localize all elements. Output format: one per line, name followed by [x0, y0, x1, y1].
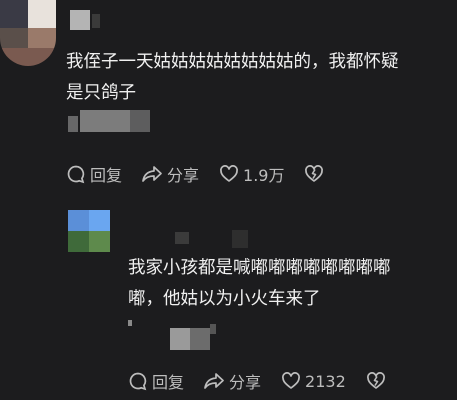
avatar-tile — [28, 0, 56, 28]
avatar[interactable] — [68, 210, 110, 252]
reply-icon — [129, 372, 147, 391]
like-button[interactable]: 2132 — [281, 371, 346, 391]
comment-text-line: 我侄子一天姑姑姑姑姑姑姑姑的，我都怀疑 — [66, 52, 399, 72]
avatar-tile — [28, 28, 56, 48]
like-button[interactable]: 1.9万 — [219, 162, 284, 186]
like-count: 1.9万 — [243, 166, 285, 185]
share-button[interactable]: 分享 — [203, 369, 261, 393]
reply-button[interactable]: 回复 — [128, 369, 184, 393]
comment-meta-blurred — [210, 324, 216, 334]
share-icon — [142, 166, 162, 182]
avatar-tile — [0, 0, 28, 28]
comment-text-line: 我家小孩都是喊嘟嘟嘟嘟嘟嘟嘟嘟 — [128, 258, 391, 278]
avatar-tile — [0, 28, 28, 48]
username-blurred — [232, 230, 248, 248]
reply-label: 回复 — [152, 373, 185, 392]
username-blurred — [92, 14, 100, 28]
reply-button[interactable]: 回复 — [66, 162, 122, 186]
dislike-button[interactable] — [304, 164, 324, 184]
comment-meta-blurred — [68, 116, 78, 132]
share-label: 分享 — [167, 166, 200, 185]
like-count: 2132 — [305, 371, 346, 391]
share-button[interactable]: 分享 — [141, 162, 199, 186]
comment-actions: 回复 分享 1.9万 — [66, 162, 324, 186]
comment-meta-blurred — [80, 110, 130, 132]
reply-label: 回复 — [90, 166, 123, 185]
avatar[interactable] — [0, 0, 56, 66]
comment-text: 我家小孩都是喊嘟嘟嘟嘟嘟嘟嘟嘟 嘟，他姑以为小火车来了 — [128, 253, 391, 315]
comment-text-line: 是只鸽子 — [66, 83, 136, 103]
avatar-tile — [89, 231, 110, 252]
reply-icon — [67, 165, 85, 184]
avatar-tile — [0, 48, 56, 66]
comment-text: 我侄子一天姑姑姑姑姑姑姑姑的，我都怀疑 是只鸽子 — [66, 47, 399, 109]
share-label: 分享 — [229, 373, 262, 392]
comment-meta-blurred — [128, 320, 132, 326]
comment-actions: 回复 分享 2132 — [128, 369, 386, 393]
username-blurred[interactable] — [70, 10, 90, 30]
comment-meta-blurred — [170, 328, 190, 350]
comment-meta-blurred — [130, 110, 150, 132]
dislike-icon — [366, 372, 385, 389]
avatar-tile — [68, 231, 89, 252]
dislike-button[interactable] — [366, 371, 386, 391]
like-icon — [220, 165, 238, 182]
like-icon — [282, 372, 300, 389]
comment-meta-blurred — [190, 328, 210, 350]
share-icon — [204, 373, 224, 389]
avatar-tile — [68, 210, 89, 231]
avatar-tile — [89, 210, 110, 231]
username-blurred[interactable] — [175, 232, 189, 244]
comment-text-line: 嘟，他姑以为小火车来了 — [128, 289, 321, 309]
dislike-icon — [305, 165, 324, 182]
